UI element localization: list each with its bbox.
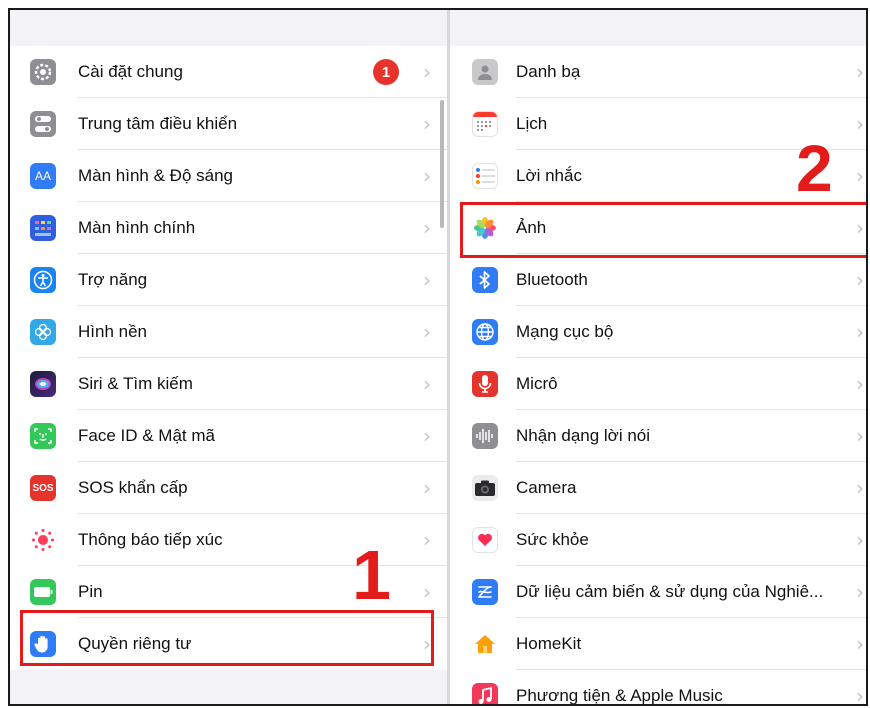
chevron-right-icon: › — [423, 476, 431, 500]
chevron-right-icon: › — [856, 112, 864, 136]
privacy-item-label: Danh bạ — [516, 62, 581, 81]
privacy-item-health[interactable]: Sức khỏe › — [450, 514, 866, 566]
chevron-right-icon: › — [423, 60, 431, 84]
sidebar-top-bar — [10, 10, 447, 46]
sidebar-item-face-id-passcode[interactable]: Face ID & Mật mã › — [10, 410, 447, 462]
microphone-icon — [472, 371, 498, 397]
chevron-right-icon: › — [423, 216, 431, 240]
chevron-right-icon: › — [423, 372, 431, 396]
privacy-item-label: HomeKit — [516, 634, 582, 653]
sidebar-item-label: Thông báo tiếp xúc — [78, 530, 223, 549]
privacy-item-camera[interactable]: Camera › — [450, 462, 866, 514]
chevron-right-icon: › — [856, 632, 864, 656]
sidebar-item-accessibility[interactable]: Trợ năng › — [10, 254, 447, 306]
sidebar-item-general[interactable]: Cài đặt chung 1 › — [10, 46, 447, 98]
sidebar-item-label: Hình nền — [78, 322, 147, 341]
chevron-right-icon: › — [856, 60, 864, 84]
privacy-item-label: Sức khỏe — [516, 530, 589, 549]
gear-icon — [30, 59, 56, 85]
chevron-right-icon: › — [856, 268, 864, 292]
privacy-item-microphone[interactable]: Micrô › — [450, 358, 866, 410]
sidebar-item-home-screen[interactable]: Màn hình chính › — [10, 202, 447, 254]
privacy-item-label: Camera — [516, 478, 577, 497]
privacy-item-contacts[interactable]: Danh bạ › — [450, 46, 866, 98]
sidebar-item-display-brightness[interactable]: AA Màn hình & Độ sáng › — [10, 150, 447, 202]
chevron-right-icon: › — [423, 528, 431, 552]
privacy-item-label: Mạng cục bộ — [516, 322, 614, 341]
sidebar-item-label: Trung tâm điều khiển — [78, 114, 238, 133]
privacy-item-bluetooth[interactable]: Bluetooth › — [450, 254, 866, 306]
chevron-right-icon: › — [856, 684, 864, 704]
step-number-2: 2 — [796, 131, 833, 205]
music-icon — [472, 683, 498, 704]
privacy-item-research-sensor-data[interactable]: Dữ liệu cảm biến & sử dụng của Nghiê... … — [450, 566, 866, 618]
text-size-icon: AA — [30, 163, 56, 189]
sidebar-item-wallpaper[interactable]: Hình nền › — [10, 306, 447, 358]
chevron-right-icon: › — [423, 320, 431, 344]
step-number-1: 1 — [352, 536, 391, 614]
chevron-right-icon: › — [856, 528, 864, 552]
chevron-right-icon: › — [856, 580, 864, 604]
chevron-right-icon: › — [856, 424, 864, 448]
detail-top-bar — [450, 10, 866, 46]
bluetooth-icon — [472, 267, 498, 293]
home-icon — [472, 631, 498, 657]
highlight-photos — [460, 202, 866, 258]
privacy-item-media-apple-music[interactable]: Phương tiện & Apple Music › — [450, 670, 866, 704]
chevron-right-icon: › — [423, 268, 431, 292]
chevron-right-icon: › — [856, 372, 864, 396]
privacy-item-local-network[interactable]: Mạng cục bộ › — [450, 306, 866, 358]
sidebar-item-label: SOS khẩn cấp — [78, 478, 188, 497]
privacy-item-label: Micrô — [516, 374, 558, 393]
battery-icon — [30, 579, 56, 605]
sos-icon: SOS — [30, 475, 56, 501]
sidebar-item-label: Trợ năng — [78, 270, 148, 289]
sensor-icon — [472, 579, 498, 605]
camera-icon — [472, 475, 498, 501]
sidebar-item-label: Cài đặt chung — [78, 62, 183, 81]
privacy-item-label: Nhận dạng lời nói — [516, 426, 651, 445]
sidebar-item-label: Màn hình chính — [78, 218, 196, 237]
settings-window: Cài đặt chung 1 › Trung tâm điều khiển ›… — [8, 8, 868, 706]
privacy-item-homekit[interactable]: HomeKit › — [450, 618, 866, 670]
sidebar-scrollbar[interactable] — [440, 100, 444, 228]
app-grid-icon — [30, 215, 56, 241]
privacy-item-label: Bluetooth — [516, 270, 588, 289]
sidebar-item-siri-search[interactable]: Siri & Tìm kiếm › — [10, 358, 447, 410]
notification-badge: 1 — [373, 59, 399, 85]
chevron-right-icon: › — [856, 476, 864, 500]
sidebar-item-label: Face ID & Mật mã — [78, 426, 215, 445]
accessibility-icon — [30, 267, 56, 293]
siri-icon — [30, 371, 56, 397]
privacy-item-speech-recognition[interactable]: Nhận dạng lời nói › — [450, 410, 866, 462]
reminders-icon — [472, 163, 498, 189]
sidebar-item-label: Màn hình & Độ sáng — [78, 166, 233, 185]
sidebar-item-emergency-sos[interactable]: SOS SOS khẩn cấp › — [10, 462, 447, 514]
privacy-item-label: Dữ liệu cảm biến & sử dụng của Nghiê... — [516, 582, 824, 601]
waveform-icon — [472, 423, 498, 449]
flower-icon — [30, 319, 56, 345]
privacy-detail-pane: Danh bạ › Lịch › Lời nhắc › Ảnh › Blueto… — [450, 10, 866, 704]
chevron-right-icon: › — [423, 424, 431, 448]
privacy-item-label: Lịch — [516, 114, 548, 133]
toggles-icon — [30, 111, 56, 137]
chevron-right-icon: › — [423, 164, 431, 188]
chevron-right-icon: › — [423, 112, 431, 136]
highlight-privacy — [20, 610, 434, 666]
sidebar-item-label: Siri & Tìm kiếm — [78, 374, 193, 393]
exposure-icon — [30, 527, 56, 553]
face-id-icon — [30, 423, 56, 449]
calendar-icon — [472, 111, 498, 137]
contacts-icon — [472, 59, 498, 85]
privacy-item-label: Phương tiện & Apple Music — [516, 686, 723, 704]
heart-icon — [472, 527, 498, 553]
chevron-right-icon: › — [856, 320, 864, 344]
sidebar-item-control-center[interactable]: Trung tâm điều khiển › — [10, 98, 447, 150]
globe-icon — [472, 319, 498, 345]
privacy-item-label: Lời nhắc — [516, 166, 582, 185]
chevron-right-icon: › — [856, 164, 864, 188]
